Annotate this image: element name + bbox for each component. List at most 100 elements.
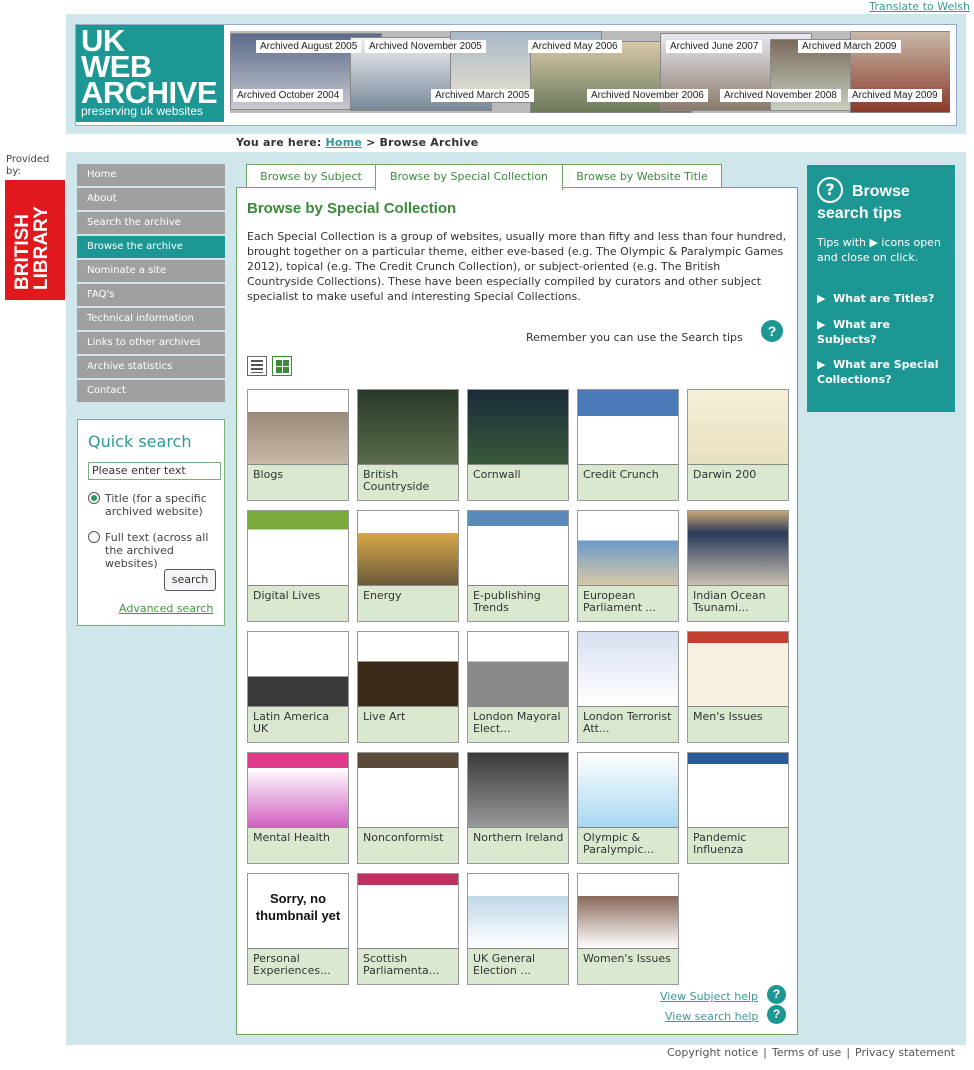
collection-card[interactable]: Live Art <box>357 631 459 743</box>
collection-card[interactable]: Sorry, no thumbnail yet Personal Experien… <box>247 873 349 985</box>
collection-thumbnail[interactable] <box>468 632 568 707</box>
collection-thumbnail[interactable] <box>358 874 458 949</box>
tip-what-are-subjects[interactable]: ▶ What are Subjects? <box>817 317 952 347</box>
tab-browse-by-subject[interactable]: Browse by Subject <box>246 164 376 188</box>
collection-title[interactable]: UK General Election ... <box>473 953 565 977</box>
collection-card[interactable]: Credit Crunch <box>577 389 679 501</box>
collection-thumbnail[interactable] <box>248 632 348 707</box>
collection-title[interactable]: London Terrorist Att... <box>583 711 675 735</box>
collection-thumbnail[interactable] <box>248 390 348 465</box>
uk-web-archive-logo[interactable]: UK WEB ARCHIVE preserving uk websites <box>76 25 224 122</box>
search-button[interactable]: search <box>164 569 216 591</box>
tip-what-are-special-collections[interactable]: ▶ What are Special Collections? <box>817 357 952 387</box>
terms-of-use-link[interactable]: Terms of use <box>767 1046 846 1059</box>
nav-item-browse-archive[interactable]: Browse the archive <box>77 236 225 258</box>
collection-title[interactable]: Northern Ireland <box>473 832 565 844</box>
view-subject-help-link[interactable]: View Subject help <box>660 990 758 1003</box>
tab-browse-by-special-collection[interactable]: Browse by Special Collection <box>375 164 563 190</box>
nav-item-search-archive[interactable]: Search the archive <box>77 212 225 234</box>
british-library-logo[interactable]: BRITISH LIBRARY <box>5 180 65 300</box>
title-radio[interactable] <box>88 492 100 504</box>
collection-card[interactable]: Darwin 200 <box>687 389 789 501</box>
list-view-icon[interactable] <box>247 356 267 376</box>
quick-search-input[interactable]: Please enter text <box>88 462 221 480</box>
collection-title[interactable]: Energy <box>363 590 455 602</box>
collection-thumbnail[interactable] <box>358 511 458 586</box>
collection-thumbnail[interactable] <box>248 753 348 828</box>
collection-title[interactable]: British Countryside <box>363 469 455 493</box>
collection-card[interactable]: Pandemic Influenza <box>687 752 789 864</box>
help-icon[interactable]: ? <box>761 320 783 342</box>
collection-thumbnail[interactable] <box>468 753 568 828</box>
nav-item-home[interactable]: Home <box>77 164 225 186</box>
nav-item-contact[interactable]: Contact <box>77 380 225 402</box>
collection-title[interactable]: Latin America UK <box>253 711 345 735</box>
collection-title[interactable]: Pandemic Influenza <box>693 832 785 856</box>
collection-title[interactable]: Blogs <box>253 469 345 481</box>
collection-card[interactable]: Energy <box>357 510 459 622</box>
collection-card[interactable]: Blogs <box>247 389 349 501</box>
nav-item-nominate-site[interactable]: Nominate a site <box>77 260 225 282</box>
collection-title[interactable]: Nonconformist <box>363 832 455 844</box>
collection-title[interactable]: Live Art <box>363 711 455 723</box>
collection-title[interactable]: Digital Lives <box>253 590 345 602</box>
collection-card[interactable]: London Terrorist Att... <box>577 631 679 743</box>
collection-title[interactable]: Cornwall <box>473 469 565 481</box>
collection-title[interactable]: Credit Crunch <box>583 469 675 481</box>
nav-item-links-other-archives[interactable]: Links to other archives <box>77 332 225 354</box>
collection-title[interactable]: Mental Health <box>253 832 345 844</box>
collection-title[interactable]: London Mayoral Elect... <box>473 711 565 735</box>
collection-card[interactable]: European Parliament ... <box>577 510 679 622</box>
collection-title[interactable]: E-publishing Trends <box>473 590 565 614</box>
full-text-radio[interactable] <box>88 531 100 543</box>
collection-thumbnail[interactable] <box>358 753 458 828</box>
tab-browse-by-website-title[interactable]: Browse by Website Title <box>562 164 722 188</box>
collection-thumbnail[interactable] <box>578 874 678 949</box>
collection-thumbnail[interactable] <box>468 511 568 586</box>
collection-title[interactable]: Indian Ocean Tsunami... <box>693 590 785 614</box>
collection-thumbnail[interactable] <box>578 390 678 465</box>
collection-thumbnail[interactable]: Sorry, no thumbnail yet <box>248 874 348 949</box>
collection-card[interactable]: Digital Lives <box>247 510 349 622</box>
collection-title[interactable]: Men's Issues <box>693 711 785 723</box>
collection-card[interactable]: Women's Issues <box>577 873 679 985</box>
view-search-help-link[interactable]: View search help <box>665 1010 758 1023</box>
nav-item-faqs[interactable]: FAQ's <box>77 284 225 306</box>
collection-card[interactable]: Indian Ocean Tsunami... <box>687 510 789 622</box>
collection-thumbnail[interactable] <box>248 511 348 586</box>
translate-welsh-link[interactable]: Translate to Welsh <box>860 0 970 13</box>
collection-title[interactable]: Olympic & Paralympic... <box>583 832 675 856</box>
collection-thumbnail[interactable] <box>688 511 788 586</box>
collection-thumbnail[interactable] <box>468 390 568 465</box>
collection-thumbnail[interactable] <box>688 390 788 465</box>
collection-thumbnail[interactable] <box>578 753 678 828</box>
collection-card[interactable]: British Countryside <box>357 389 459 501</box>
nav-item-about[interactable]: About <box>77 188 225 210</box>
help-icon[interactable]: ? <box>767 1005 786 1024</box>
collection-card[interactable]: Nonconformist <box>357 752 459 864</box>
help-icon[interactable]: ? <box>767 985 786 1004</box>
nav-item-archive-statistics[interactable]: Archive statistics <box>77 356 225 378</box>
collection-card[interactable]: Men's Issues <box>687 631 789 743</box>
collection-card[interactable]: Scottish Parliamenta... <box>357 873 459 985</box>
collection-thumbnail[interactable] <box>578 511 678 586</box>
collection-title[interactable]: European Parliament ... <box>583 590 675 614</box>
collection-title[interactable]: Scottish Parliamenta... <box>363 953 455 977</box>
collection-card[interactable]: Northern Ireland <box>467 752 569 864</box>
collection-title[interactable]: Women's Issues <box>583 953 675 965</box>
copyright-notice-link[interactable]: Copyright notice <box>662 1046 763 1059</box>
nav-item-technical-information[interactable]: Technical information <box>77 308 225 330</box>
collection-thumbnail[interactable] <box>358 632 458 707</box>
collection-card[interactable]: Cornwall <box>467 389 569 501</box>
collection-card[interactable]: Mental Health <box>247 752 349 864</box>
collection-card[interactable]: UK General Election ... <box>467 873 569 985</box>
grid-view-icon[interactable] <box>272 356 292 376</box>
collection-thumbnail[interactable] <box>358 390 458 465</box>
collection-card[interactable]: Latin America UK <box>247 631 349 743</box>
collection-thumbnail[interactable] <box>688 753 788 828</box>
advanced-search-link[interactable]: Advanced search <box>119 602 213 615</box>
privacy-statement-link[interactable]: Privacy statement <box>850 1046 960 1059</box>
collection-thumbnail[interactable] <box>578 632 678 707</box>
collection-thumbnail[interactable] <box>468 874 568 949</box>
collection-card[interactable]: London Mayoral Elect... <box>467 631 569 743</box>
